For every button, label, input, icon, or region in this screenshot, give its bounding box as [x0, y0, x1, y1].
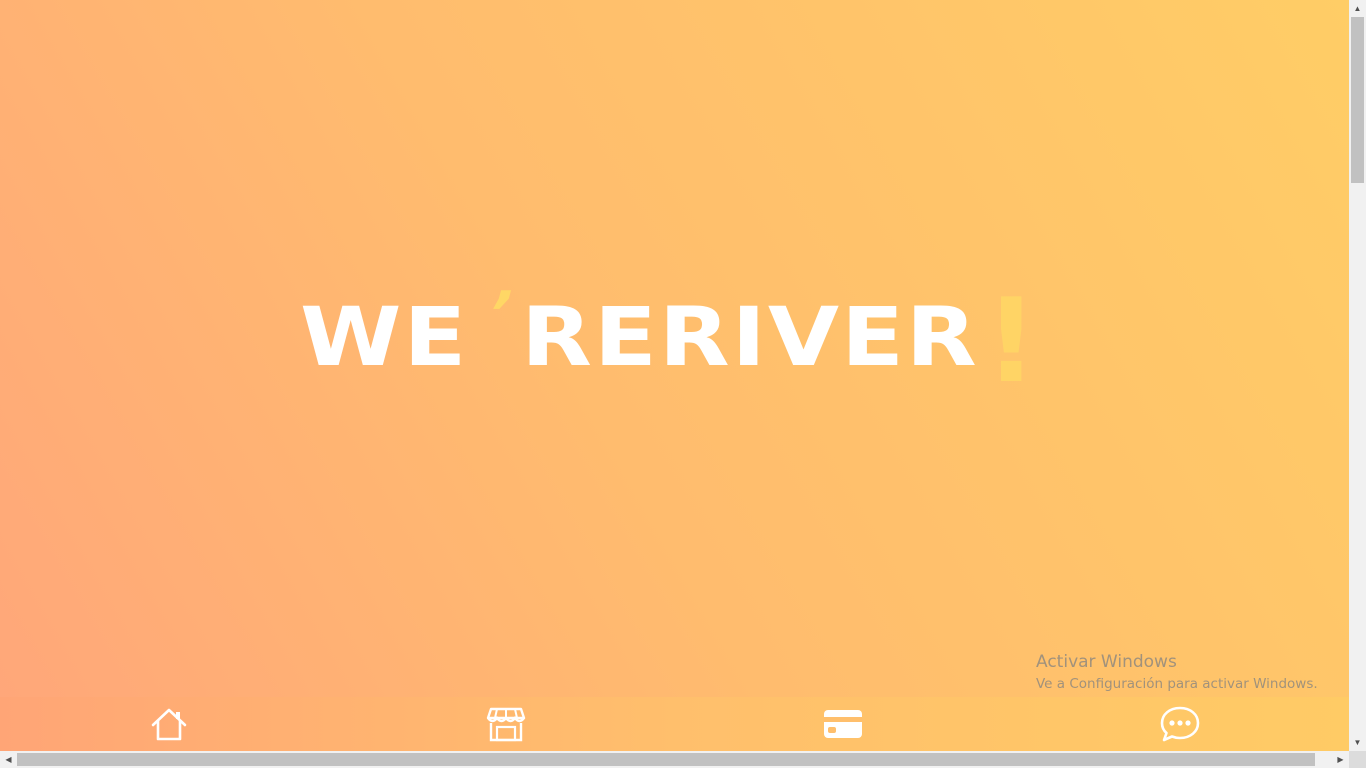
chat-icon: [1161, 706, 1200, 742]
home-icon: [151, 708, 186, 741]
store-icon: [486, 707, 526, 742]
scrollbar-corner: [1349, 751, 1366, 768]
bottom-nav: [0, 697, 1349, 751]
scroll-right-arrow-icon[interactable]: ▶: [1332, 751, 1349, 768]
hero-section: WE ’ RERIVER !: [0, 0, 1349, 697]
nav-item-store[interactable]: [337, 697, 674, 751]
scroll-up-arrow-icon[interactable]: ▲: [1349, 0, 1366, 17]
horizontal-scroll-thumb[interactable]: [17, 753, 1315, 766]
brand-logo: WE ’ RERIVER !: [300, 274, 1038, 422]
scroll-left-arrow-icon[interactable]: ◀: [0, 751, 17, 768]
nav-item-home[interactable]: [0, 697, 337, 751]
vertical-scroll-thumb[interactable]: [1351, 17, 1364, 183]
nav-item-chat[interactable]: [1012, 697, 1349, 751]
brand-exclamation: !: [984, 274, 1038, 409]
brand-word-reriver: RERIVER: [521, 289, 979, 385]
card-icon: [824, 710, 863, 738]
scroll-down-arrow-icon[interactable]: ▼: [1349, 734, 1366, 751]
brand-apostrophe: ’: [478, 279, 521, 349]
nav-item-card[interactable]: [675, 697, 1012, 751]
page-viewport: WE ’ RERIVER ! Activar Windows Ve a Conf…: [0, 0, 1349, 751]
horizontal-scrollbar[interactable]: ◀ ▶: [0, 751, 1349, 768]
brand-word-we: WE: [300, 289, 469, 385]
vertical-scrollbar[interactable]: ▲ ▼: [1349, 0, 1366, 751]
